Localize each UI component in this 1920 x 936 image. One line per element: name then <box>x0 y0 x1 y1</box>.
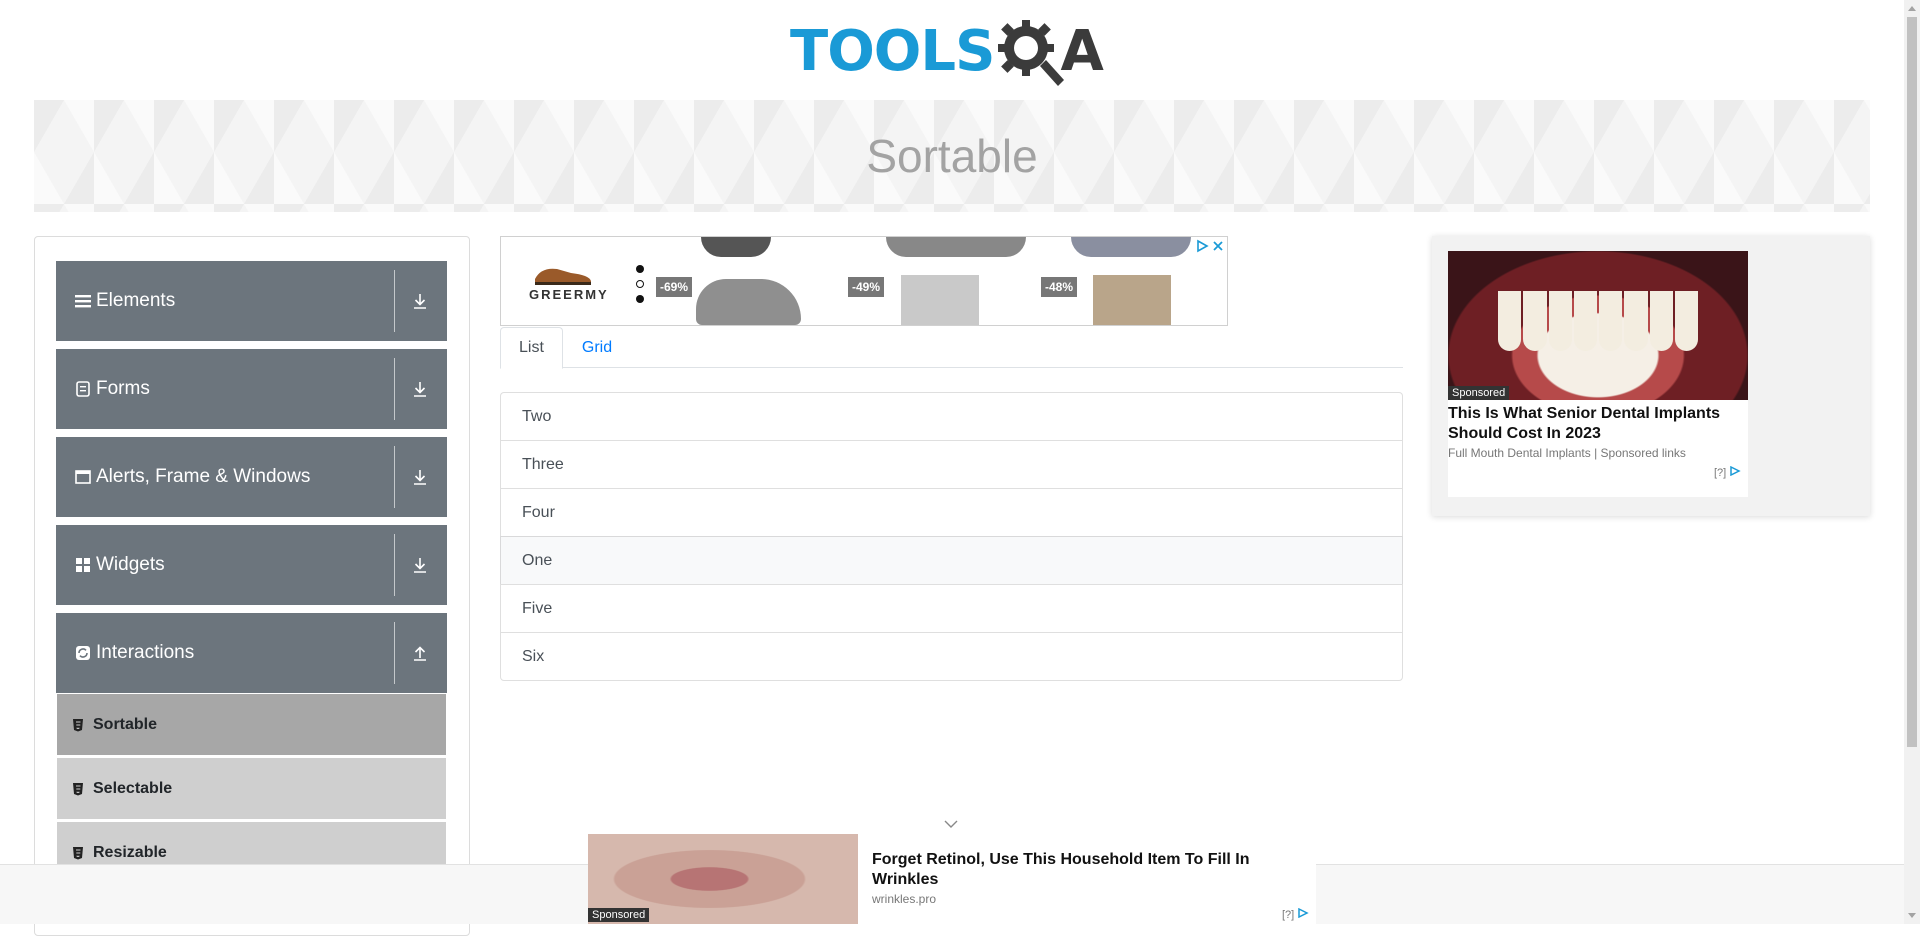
ad-headline[interactable]: This Is What Senior Dental Implants Shou… <box>1448 404 1748 444</box>
bottom-sticky-ad[interactable]: Sponsored Forget Retinol, Use This House… <box>588 834 1316 924</box>
ad-brand-name: GREERMY <box>529 287 609 302</box>
scroll-up-arrow-icon[interactable] <box>1904 0 1920 16</box>
carousel-dot[interactable] <box>636 280 644 288</box>
discount-badge: -49% <box>848 277 885 297</box>
sortable-item[interactable]: One <box>500 536 1403 585</box>
download-arrow-icon <box>414 294 426 309</box>
chevron-down-icon[interactable] <box>943 818 959 830</box>
list-icon <box>74 292 92 310</box>
page-title: Sortable <box>866 130 1038 182</box>
ad-headline[interactable]: Forget Retinol, Use This Household Item … <box>872 850 1272 890</box>
ad-product-image <box>1071 237 1191 257</box>
sidebar-group-label: Elements <box>96 290 176 311</box>
carousel-dot[interactable] <box>636 265 644 273</box>
gear-magnifier-icon <box>998 20 1065 86</box>
ad-product-image <box>886 237 1026 257</box>
sidebar-group-forms[interactable]: Forms <box>56 349 447 429</box>
logo-text-a: A <box>1060 19 1104 84</box>
html5-icon <box>73 782 83 795</box>
shoe-logo-icon <box>535 268 591 285</box>
ad-help-link[interactable]: [?] <box>1282 909 1294 921</box>
divider <box>394 358 395 420</box>
ad-product-image <box>901 275 979 325</box>
ad-image <box>1448 251 1748 400</box>
divider <box>394 622 395 684</box>
sponsored-tag: Sponsored <box>588 908 650 922</box>
page-scrollbar[interactable] <box>1904 0 1920 924</box>
window-icon <box>74 468 92 486</box>
download-arrow-icon <box>414 470 426 485</box>
sidebar-group-label: Widgets <box>96 554 165 575</box>
adchoices-triangle-icon <box>1298 907 1309 919</box>
sidebar-group-widgets[interactable]: Widgets <box>56 525 447 605</box>
ad-source[interactable]: wrinkles.pro <box>872 892 936 906</box>
logo-text-tools: TOOLS <box>790 19 995 84</box>
sidebar-group-label: Forms <box>96 378 150 399</box>
sidebar-group-alerts-frame-windows[interactable]: Alerts, Frame & Windows <box>56 437 447 517</box>
html5-icon <box>73 846 83 859</box>
carousel-dot[interactable] <box>636 295 644 303</box>
view-tabs: List Grid <box>500 327 1403 369</box>
widgets-icon <box>74 556 92 574</box>
top-banner-ad[interactable]: GREERMY -69% -49% -48% <box>500 236 1228 326</box>
page-banner: Sortable <box>34 100 1870 212</box>
sidebar-item-label: Resizable <box>93 843 167 861</box>
download-arrow-icon <box>414 558 426 573</box>
sortable-list: Two Three Four One Five Six <box>500 392 1403 681</box>
ad-source[interactable]: Full Mouth Dental Implants | Sponsored l… <box>1448 446 1686 460</box>
ad-product-image <box>701 237 771 257</box>
left-sidebar: Elements Forms Alerts, Frame & Windows W… <box>34 236 470 936</box>
sidebar-item-selectable[interactable]: Selectable <box>57 758 446 819</box>
form-icon <box>74 380 92 398</box>
interactions-icon <box>74 644 92 662</box>
sidebar-group-interactions[interactable]: Interactions <box>56 613 447 693</box>
scroll-down-arrow-icon[interactable] <box>1904 908 1920 924</box>
discount-badge: -48% <box>1041 277 1078 297</box>
sidebar-item-label: Selectable <box>93 779 173 797</box>
discount-badge: -69% <box>656 277 693 297</box>
sortable-item[interactable]: Two <box>500 392 1403 441</box>
tab-list[interactable]: List <box>500 327 563 369</box>
divider <box>394 534 395 596</box>
adchoices-icon[interactable]: [?] <box>1282 907 1311 921</box>
sortable-item[interactable]: Four <box>500 488 1403 537</box>
ad-product-image <box>696 279 801 325</box>
sidebar-group-label: Alerts, Frame & Windows <box>96 466 311 487</box>
download-arrow-icon <box>414 382 426 397</box>
sidebar-item-sortable[interactable]: Sortable <box>57 694 446 755</box>
adchoices-icon[interactable]: [?] <box>1714 465 1743 479</box>
ad-product-image <box>1093 275 1171 325</box>
sidebar-group-label: Interactions <box>96 642 195 663</box>
sponsored-tag: Sponsored <box>1448 386 1510 400</box>
sidebar-group-elements[interactable]: Elements <box>56 261 447 341</box>
scrollbar-thumb[interactable] <box>1907 17 1917 747</box>
ad-image-detail <box>1498 291 1698 351</box>
divider <box>394 270 395 332</box>
sidebar-item-label: Sortable <box>93 715 158 733</box>
sortable-item[interactable]: Five <box>500 584 1403 633</box>
html5-icon <box>73 718 83 731</box>
adchoices-triangle-icon <box>1730 465 1741 477</box>
right-sidebar-ad[interactable]: Sponsored This Is What Senior Dental Imp… <box>1432 236 1870 516</box>
upload-arrow-icon <box>414 646 426 661</box>
divider <box>394 446 395 508</box>
tab-grid[interactable]: Grid <box>563 327 631 368</box>
toolsqa-logo[interactable]: TOOLS A <box>790 14 1120 90</box>
adchoices-close-icon[interactable] <box>1196 239 1226 253</box>
sortable-item[interactable]: Three <box>500 440 1403 489</box>
sortable-item[interactable]: Six <box>500 632 1403 681</box>
ad-help-link[interactable]: [?] <box>1714 467 1726 479</box>
carousel-dots[interactable] <box>636 265 646 310</box>
